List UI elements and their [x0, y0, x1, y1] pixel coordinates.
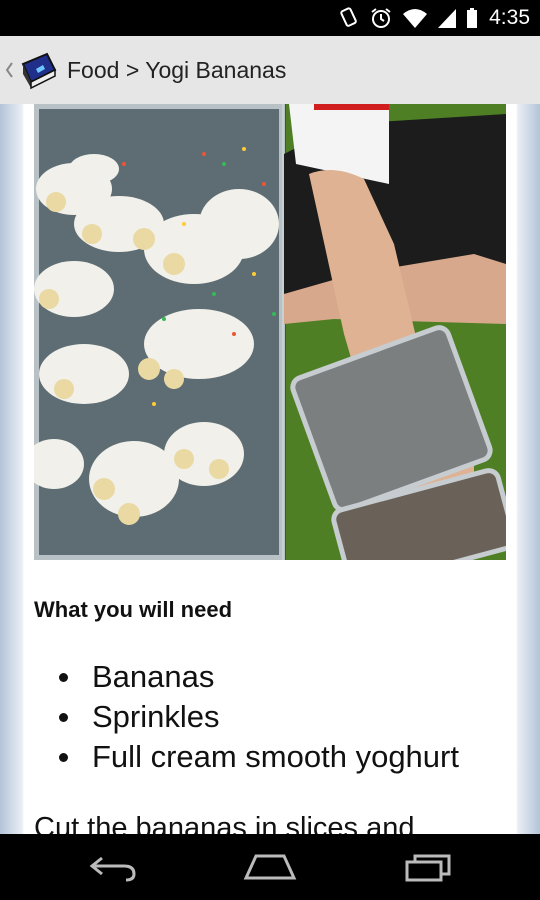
rotation-lock-icon	[340, 7, 357, 27]
home-button[interactable]	[240, 846, 300, 888]
up-chevron-icon[interactable]	[5, 60, 15, 80]
action-bar: Food > Yogi Bananas	[0, 36, 540, 105]
status-bar: 4:35	[0, 0, 540, 36]
article-content: What you will need Bananas Sprinkles Ful…	[0, 104, 540, 834]
ingredient-list: Bananas Sprinkles Full cream smooth yogh…	[36, 657, 459, 777]
home-icon	[243, 854, 297, 880]
navigation-bar	[0, 834, 540, 900]
status-icons: 4:35	[338, 0, 530, 36]
alarm-icon	[371, 8, 391, 28]
yogi-bananas-photo	[34, 104, 506, 560]
wifi-icon	[403, 9, 428, 28]
list-item: Sprinkles	[36, 697, 459, 737]
recent-apps-icon	[405, 854, 451, 882]
back-button[interactable]	[83, 846, 143, 888]
list-item: Bananas	[36, 657, 459, 697]
instructions-paragraph: Cut the bananas in slices and	[34, 812, 415, 834]
recent-apps-button[interactable]	[398, 846, 458, 888]
section-title: What you will need	[34, 597, 233, 622]
back-arrow-icon	[89, 856, 136, 882]
signal-icon	[438, 9, 457, 28]
list-item: Full cream smooth yoghurt	[36, 737, 459, 777]
clock: 4:35	[489, 6, 530, 29]
breadcrumb: Food > Yogi Bananas	[67, 56, 287, 83]
book-app-icon[interactable]	[19, 50, 59, 90]
battery-icon	[467, 8, 478, 28]
